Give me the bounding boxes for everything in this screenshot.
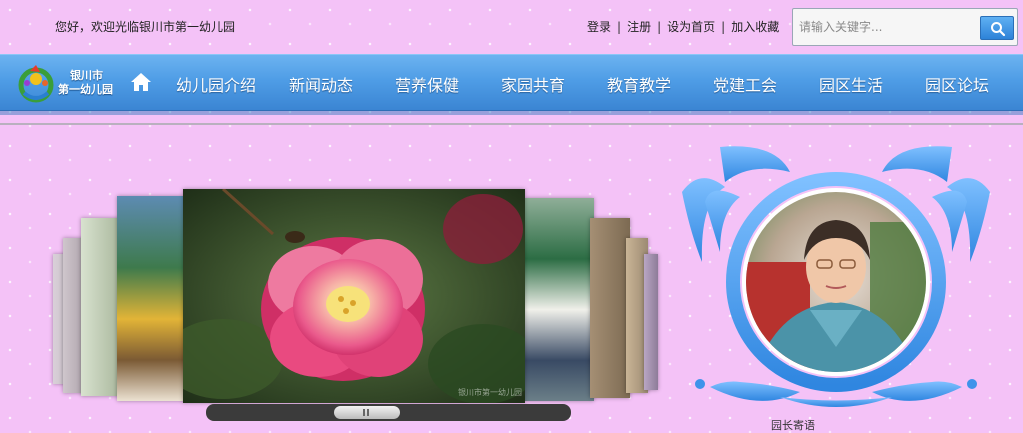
nav-item-campus-life[interactable]: 园区生活	[819, 72, 883, 96]
slide-thumb[interactable]	[644, 254, 658, 390]
nav-item-forum[interactable]: 园区论坛	[925, 72, 989, 96]
link-divider: |	[657, 19, 662, 34]
top-bar: 您好，欢迎光临银川市第一幼儿园 登录 | 注册 | 设为首页 | 加入收藏	[0, 0, 1023, 54]
slide-thumb[interactable]	[590, 218, 630, 398]
portrait-caption: 园长寄语	[771, 419, 815, 432]
nav-item-news[interactable]: 新闻动态	[289, 72, 353, 96]
nav-item-kindergarten-intro[interactable]: 幼儿园介绍	[176, 72, 256, 96]
search-icon	[991, 22, 1006, 37]
slide-main-rose-photo[interactable]: 银川市第一幼儿园	[183, 189, 525, 403]
link-divider: |	[617, 19, 622, 34]
login-link[interactable]: 登录	[587, 18, 611, 35]
nav-item-education[interactable]: 教育教学	[607, 72, 671, 96]
nav-item-nutrition[interactable]: 营养保健	[395, 72, 459, 96]
divider-line	[0, 123, 1023, 125]
logo-line2: 第一幼儿园	[58, 83, 113, 96]
nav-item-home-school[interactable]: 家园共育	[501, 72, 565, 96]
principal-portrait-frame	[682, 146, 990, 407]
slider-scrollbar[interactable]	[206, 404, 571, 421]
nav-item-party-union[interactable]: 党建工会	[713, 72, 777, 96]
slide-thumb-classroom[interactable]	[524, 198, 594, 401]
slide-thumb-mural[interactable]	[117, 196, 185, 401]
home-icon[interactable]	[130, 71, 152, 93]
top-links: 登录 | 注册 | 设为首页 | 加入收藏	[587, 18, 779, 35]
slide-thumb[interactable]	[81, 218, 121, 396]
main-nav: 银川市 第一幼儿园 幼儿园介绍 新闻动态 营养保健 家园共育 教育教学 党建工会…	[0, 54, 1023, 111]
register-link[interactable]: 注册	[627, 18, 651, 35]
search-input[interactable]	[795, 14, 981, 40]
photo-slider: 银川市第一幼儿园	[0, 130, 670, 423]
slide-watermark: 银川市第一幼儿园	[458, 387, 522, 397]
logo-line1: 银川市	[70, 69, 103, 82]
grip-icon	[363, 409, 365, 416]
welcome-text: 您好，欢迎光临银川市第一幼儿园	[55, 20, 236, 34]
logo-text: 银川市 第一幼儿园	[58, 69, 113, 97]
nav-shadow	[0, 111, 1023, 115]
search-box	[792, 8, 1018, 46]
link-divider: |	[721, 19, 726, 34]
slider-scroll-handle[interactable]	[334, 406, 400, 419]
logo-emblem-icon	[18, 65, 54, 103]
search-button[interactable]	[980, 16, 1014, 40]
add-favorite-link[interactable]: 加入收藏	[731, 18, 779, 35]
set-homepage-link[interactable]: 设为首页	[667, 18, 715, 35]
school-logo[interactable]: 银川市 第一幼儿园	[16, 61, 116, 107]
